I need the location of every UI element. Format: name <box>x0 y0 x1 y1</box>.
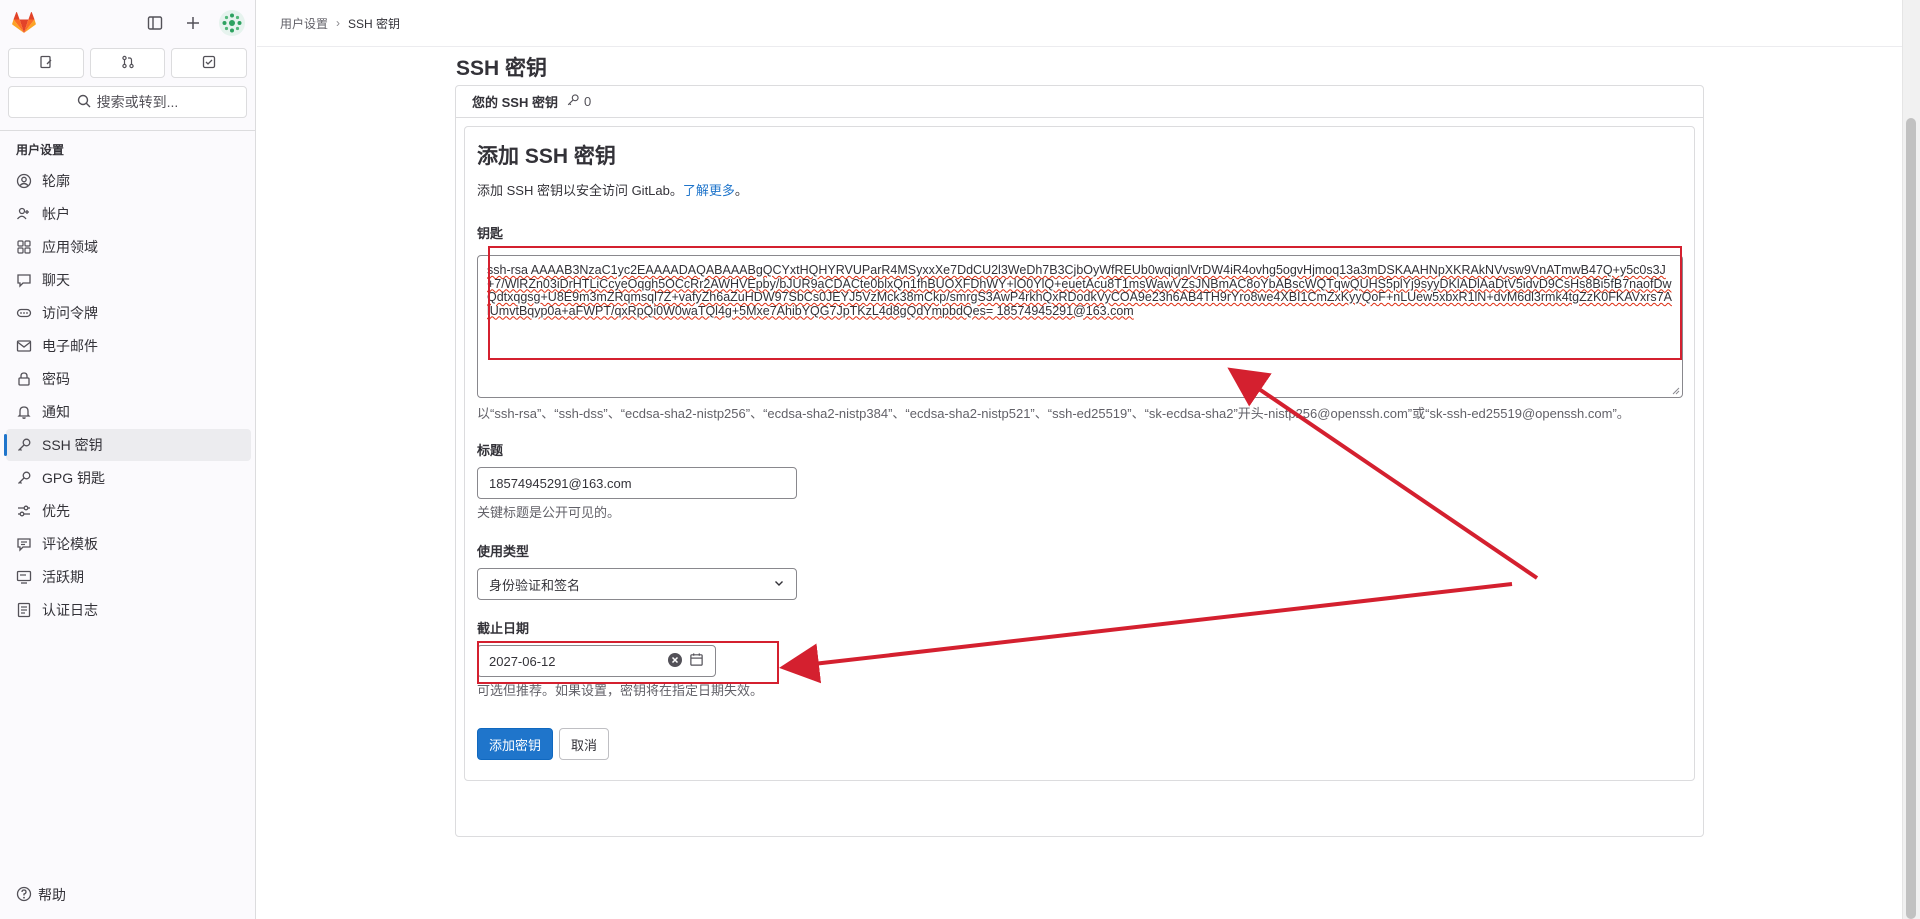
form-description: 添加 SSH 密钥以安全访问 GitLab。了解更多。 <box>477 180 1682 199</box>
search-button[interactable]: 搜索或转到... <box>8 86 247 118</box>
issues-icon <box>39 55 53 72</box>
title-input-value: 18574945291@163.com <box>489 475 632 491</box>
sidebar-item-label: 轮廓 <box>42 173 70 189</box>
key-icon <box>566 93 580 110</box>
resize-handle-icon[interactable] <box>1672 387 1680 395</box>
account-icon <box>16 206 32 222</box>
help-label: 帮助 <box>38 887 66 903</box>
usage-type-label: 使用类型 <box>477 544 530 559</box>
annotation-box-key <box>488 246 1682 360</box>
sidebar-item-access-tokens[interactable]: 访问令牌 <box>6 297 251 329</box>
merge-request-icon <box>121 55 135 72</box>
form-description-text: 添加 SSH 密钥以安全访问 GitLab。 <box>477 183 683 198</box>
expiry-label: 截止日期 <box>477 621 530 636</box>
form-description-end: 。 <box>734 183 748 198</box>
question-icon <box>16 886 32 905</box>
avatar[interactable] <box>219 10 245 36</box>
usage-type-select[interactable]: 身份验证和签名 <box>477 568 797 600</box>
title-label: 标题 <box>477 443 504 458</box>
form-actions: 添加密钥 取消 <box>477 728 1682 760</box>
form-title: 添加 SSH 密钥 <box>477 145 616 168</box>
sidebar-item-label: 应用领域 <box>42 239 98 255</box>
comment-icon <box>16 272 32 288</box>
title-input[interactable]: 18574945291@163.com <box>477 467 797 499</box>
monitor-icon <box>16 569 32 585</box>
page-title: SSH 密钥 <box>456 57 548 80</box>
gitlab-logo-icon[interactable] <box>10 9 38 37</box>
sidebar-item-label: 通知 <box>42 404 70 420</box>
key-label: 钥匙 <box>477 226 504 241</box>
title-help-text: 关键标题是公开可见的。 <box>477 505 621 520</box>
sidebar-item-preferences[interactable]: 优先 <box>6 495 251 527</box>
search-icon <box>77 94 91 111</box>
ssh-keys-card: 您的 SSH 密钥 0 添加 SSH 密钥 添加 SSH 密钥以安全访问 Git… <box>455 85 1704 837</box>
key-icon <box>16 437 32 453</box>
chevron-down-icon <box>773 577 785 592</box>
sidebar-toggle-icon[interactable] <box>143 11 167 35</box>
sidebar-item-label: 活跃期 <box>42 569 84 585</box>
sidebar-item-label: 认证日志 <box>42 602 98 618</box>
bell-icon <box>16 404 32 420</box>
sidebar-item-label: 优先 <box>42 503 70 519</box>
sidebar-item-chat[interactable]: 聊天 <box>6 264 251 296</box>
breadcrumb-current[interactable]: SSH 密钥 <box>348 15 400 32</box>
sidebar-item-label: GPG 钥匙 <box>42 470 106 486</box>
sidebar-item-label: 评论模板 <box>42 536 98 552</box>
sidebar-item-notifications[interactable]: 通知 <box>6 396 251 428</box>
key-count-value: 0 <box>583 94 592 109</box>
breadcrumb-parent[interactable]: 用户设置 <box>280 15 328 32</box>
breadcrumb-separator: › <box>336 16 341 30</box>
your-keys-label: 您的 SSH 密钥 <box>472 95 558 110</box>
comment-template-icon <box>16 536 32 552</box>
main-content: SSH 密钥 您的 SSH 密钥 0 添加 SSH 密钥 添加 SSH 密钥以安… <box>257 48 1902 919</box>
sidebar-section-title: 用户设置 <box>16 143 65 157</box>
annotation-box-date <box>477 641 779 684</box>
sidebar-item-gpg-keys[interactable]: GPG 钥匙 <box>6 462 251 494</box>
sidebar-item-auth-log[interactable]: 认证日志 <box>6 594 251 626</box>
preferences-icon <box>16 503 32 519</box>
learn-more-link[interactable]: 了解更多 <box>683 183 735 198</box>
mail-icon <box>16 338 32 354</box>
sidebar-item-label: 聊天 <box>42 272 70 288</box>
key-help-text: 以“ssh-rsa”、“ssh-dss”、“ecdsa-sha2-nistp25… <box>477 406 1630 421</box>
sidebar-item-label: SSH 密钥 <box>42 437 103 453</box>
lock-icon <box>16 371 32 387</box>
sidebar-item-profile[interactable]: 轮廓 <box>6 165 251 197</box>
scrollbar-thumb[interactable] <box>1906 118 1916 919</box>
plus-icon[interactable] <box>181 11 205 35</box>
add-key-button[interactable]: 添加密钥 <box>477 728 554 760</box>
sidebar: 搜索或转到... 用户设置 轮廓 帐户 应用领域 聊天 访问令牌 电子邮件 密码… <box>0 0 256 919</box>
breadcrumb: 用户设置 › SSH 密钥 <box>257 0 1902 47</box>
key-icon <box>16 470 32 486</box>
sidebar-item-account[interactable]: 帐户 <box>6 198 251 230</box>
applications-icon <box>16 239 32 255</box>
sidebar-item-comment-templates[interactable]: 评论模板 <box>6 528 251 560</box>
sidebar-item-label: 访问令牌 <box>42 305 98 321</box>
sidebar-item-label: 密码 <box>42 371 70 387</box>
help-button[interactable]: 帮助 <box>16 885 66 905</box>
log-icon <box>16 602 32 618</box>
expiry-help-text: 可选但推荐。如果设置，密钥将在指定日期失效。 <box>477 683 764 698</box>
cancel-button[interactable]: 取消 <box>559 728 610 760</box>
sidebar-item-emails[interactable]: 电子邮件 <box>6 330 251 362</box>
sidebar-item-applications[interactable]: 应用领域 <box>6 231 251 263</box>
key-count: 0 <box>566 93 591 110</box>
scrollbar-track[interactable] <box>1902 0 1920 919</box>
merge-requests-button[interactable] <box>89 48 166 78</box>
usage-type-value: 身份验证和签名 <box>489 577 581 593</box>
search-label: 搜索或转到... <box>96 94 179 110</box>
token-icon <box>16 305 32 321</box>
sidebar-item-label: 电子邮件 <box>42 338 98 354</box>
sidebar-item-label: 帐户 <box>42 206 70 222</box>
sidebar-item-ssh-keys[interactable]: SSH 密钥 <box>4 429 251 461</box>
sidebar-item-active-sessions[interactable]: 活跃期 <box>6 561 251 593</box>
your-keys-header: 您的 SSH 密钥 0 <box>456 86 1703 118</box>
todo-icon <box>202 55 216 72</box>
sidebar-top <box>0 0 255 46</box>
user-circle-icon <box>16 173 32 189</box>
issues-button[interactable] <box>8 48 84 78</box>
sidebar-item-password[interactable]: 密码 <box>6 363 251 395</box>
todos-button[interactable] <box>171 48 248 78</box>
